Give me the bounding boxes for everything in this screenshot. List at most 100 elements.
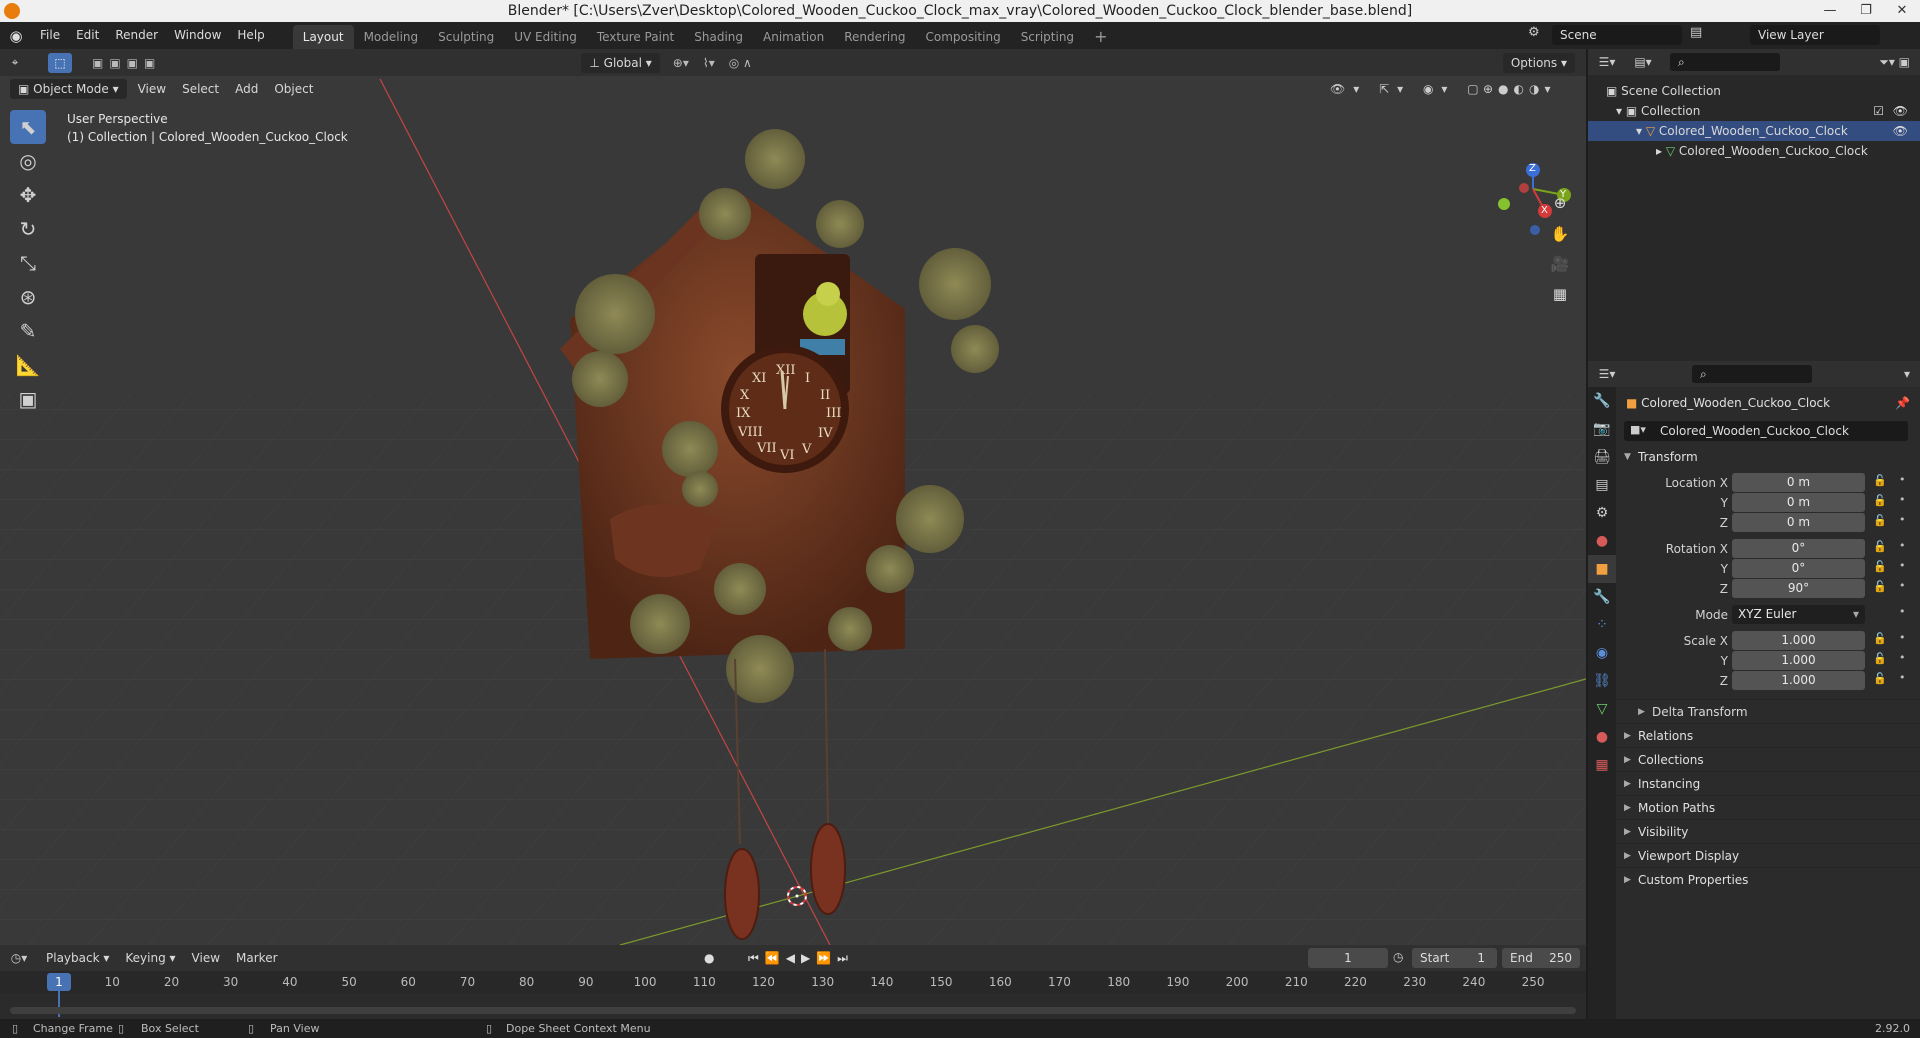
start-frame-field[interactable]: Start 1 [1412, 948, 1497, 968]
tab-shading[interactable]: Shading [684, 25, 753, 49]
outliner-mesh-row[interactable]: ▸ ▽ Colored_Wooden_Cuckoo_Clock [1588, 141, 1920, 161]
object-tab-icon[interactable]: ■ [1588, 555, 1616, 583]
menu-edit[interactable]: Edit [68, 22, 107, 49]
properties-editor-icon[interactable]: ☰▾ [1588, 367, 1626, 381]
tab-modeling[interactable]: Modeling [354, 25, 429, 49]
collection-checkbox[interactable]: ☑ [1873, 101, 1884, 121]
view-layer-tab-icon[interactable]: ▤ [1588, 471, 1616, 499]
relations-panel-header[interactable]: ▶ Relations [1616, 723, 1920, 747]
timeline-menu-marker[interactable]: Marker [228, 951, 285, 965]
keyframe-dot[interactable]: • [1899, 559, 1906, 572]
viewport-display-panel-header[interactable]: ▶ Viewport Display [1616, 843, 1920, 867]
end-frame-field[interactable]: End 250 [1502, 948, 1580, 968]
menu-file[interactable]: File [32, 22, 68, 49]
scale-tool-icon[interactable]: ⤡ [10, 246, 46, 280]
outliner-object-row[interactable]: ▾ ▽ Colored_Wooden_Cuckoo_Clock 👁 [1588, 121, 1920, 141]
scene-field[interactable]: Scene [1552, 25, 1682, 45]
timeline-scrollbar[interactable] [10, 1007, 1576, 1014]
outliner-collection[interactable]: ▾ ▣ Collection ☑ 👁 [1588, 101, 1920, 121]
keyframe-dot[interactable]: • [1899, 493, 1906, 506]
menu-render[interactable]: Render [107, 22, 166, 49]
cursor-tool-icon[interactable]: ◎ [10, 144, 46, 178]
scale-z-field[interactable]: 1.000 [1732, 671, 1865, 690]
render-tab-icon[interactable]: 📷 [1588, 415, 1616, 443]
location-z-field[interactable]: 0 m [1732, 513, 1865, 532]
custom-properties-panel-header[interactable]: ▶ Custom Properties [1616, 867, 1920, 891]
select-tool-icon[interactable]: ⬉ [10, 110, 46, 144]
minimize-button[interactable]: — [1812, 0, 1848, 22]
blender-menu-icon[interactable]: ◉ [0, 27, 32, 45]
timeline-editor-icon[interactable]: ◷▾ [0, 951, 38, 965]
playback-controls-icons[interactable]: ⏮⏪◀▶⏩⏭ [748, 951, 854, 966]
transform-panel-header[interactable]: ▼ Transform [1616, 445, 1920, 469]
object-name-field[interactable]: Colored_Wooden_Cuckoo_Clock [1624, 421, 1908, 441]
transform-tool-icon[interactable]: ⊛ [10, 280, 46, 314]
lock-icon[interactable]: 🔓 [1873, 632, 1887, 645]
data-tab-icon[interactable]: ▽ [1588, 695, 1616, 723]
delta-transform-header[interactable]: ▶ Delta Transform [1616, 699, 1920, 723]
lock-icon[interactable]: 🔓 [1873, 560, 1887, 573]
scale-x-field[interactable]: 1.000 [1732, 631, 1865, 650]
physics-tab-icon[interactable]: ◉ [1588, 639, 1616, 667]
keyframe-dot[interactable]: • [1899, 631, 1906, 644]
tab-animation[interactable]: Animation [753, 25, 834, 49]
keyframe-dot[interactable]: • [1899, 671, 1906, 684]
texture-tab-icon[interactable]: ▦ [1588, 751, 1616, 779]
tab-rendering[interactable]: Rendering [834, 25, 915, 49]
keyframe-dot[interactable]: • [1899, 605, 1906, 618]
rotate-tool-icon[interactable]: ↻ [10, 212, 46, 246]
menu-window[interactable]: Window [166, 22, 229, 49]
camera-view-icon[interactable]: 🎥 [1547, 251, 1573, 277]
record-icon[interactable]: ● [704, 951, 714, 965]
close-button[interactable]: ✕ [1884, 0, 1920, 22]
tab-scripting[interactable]: Scripting [1011, 25, 1084, 49]
location-x-field[interactable]: 0 m [1732, 473, 1865, 492]
instancing-panel-header[interactable]: ▶ Instancing [1616, 771, 1920, 795]
tab-sculpting[interactable]: Sculpting [428, 25, 504, 49]
rotation-y-field[interactable]: 0° [1732, 559, 1865, 578]
zoom-icon[interactable]: ⊕ [1547, 190, 1573, 216]
particles-tab-icon[interactable]: ⁘ [1588, 611, 1616, 639]
rotation-x-field[interactable]: 0° [1732, 539, 1865, 558]
properties-search-input[interactable]: ⌕ [1692, 365, 1812, 383]
tab-compositing[interactable]: Compositing [915, 25, 1010, 49]
keyframe-dot[interactable]: • [1899, 651, 1906, 664]
outliner-scene-collection[interactable]: ▣ Scene Collection [1588, 81, 1920, 101]
object-visibility-icon[interactable]: 👁 [1893, 121, 1908, 141]
ortho-grid-icon[interactable]: ▦ [1547, 281, 1573, 307]
outliner-editor-icon[interactable]: ☰▾ [1588, 55, 1626, 69]
rotation-mode-dropdown[interactable]: XYZ Euler ▾ [1732, 605, 1865, 624]
tab-layout[interactable]: Layout [292, 24, 354, 49]
modifier-tab-icon[interactable]: 🔧 [1588, 583, 1616, 611]
pan-hand-icon[interactable]: ✋ [1547, 221, 1573, 247]
timeline-menu-view[interactable]: View [184, 951, 228, 965]
collections-panel-header[interactable]: ▶ Collections [1616, 747, 1920, 771]
move-tool-icon[interactable]: ✥ [10, 178, 46, 212]
view-layer-field[interactable]: View Layer [1750, 25, 1880, 45]
location-y-field[interactable]: 0 m [1732, 493, 1865, 512]
outliner-search-input[interactable]: ⌕ [1670, 53, 1780, 71]
motion-paths-panel-header[interactable]: ▶ Motion Paths [1616, 795, 1920, 819]
filter-icon[interactable]: ⏷▾ ▣ [1879, 55, 1910, 70]
constraints-tab-icon[interactable]: ⛓ [1588, 667, 1616, 695]
scene-tab-icon[interactable]: ⚙ [1588, 499, 1616, 527]
menu-help[interactable]: Help [229, 22, 272, 49]
restore-button[interactable]: ❐ [1848, 0, 1884, 22]
pin-icon[interactable]: 📌 [1895, 387, 1910, 419]
3d-viewport[interactable]: ⌖ ⬚ ▣▣▣▣ ⊥ Global ▾ ⊕▾ ⌇▾ ◎ ∧ Options ▾ … [0, 49, 1586, 945]
lock-icon[interactable]: 🔓 [1873, 652, 1887, 665]
scale-y-field[interactable]: 1.000 [1732, 651, 1865, 670]
collection-visibility-icon[interactable]: 👁 [1893, 101, 1908, 121]
lock-icon[interactable]: 🔓 [1873, 580, 1887, 593]
keyframe-dot[interactable]: • [1899, 473, 1906, 486]
lock-icon[interactable]: 🔓 [1873, 672, 1887, 685]
tab-texture-paint[interactable]: Texture Paint [587, 25, 684, 49]
keyframe-dot[interactable]: • [1899, 579, 1906, 592]
lock-icon[interactable]: 🔓 [1873, 494, 1887, 507]
add-workspace-button[interactable]: + [1084, 25, 1117, 49]
keyframe-dot[interactable]: • [1899, 539, 1906, 552]
visibility-panel-header[interactable]: ▶ Visibility [1616, 819, 1920, 843]
lock-icon[interactable]: 🔓 [1873, 540, 1887, 553]
add-cube-tool-icon[interactable]: ▣ [10, 382, 46, 416]
timeline-menu-keying[interactable]: Keying ▾ [117, 951, 183, 965]
